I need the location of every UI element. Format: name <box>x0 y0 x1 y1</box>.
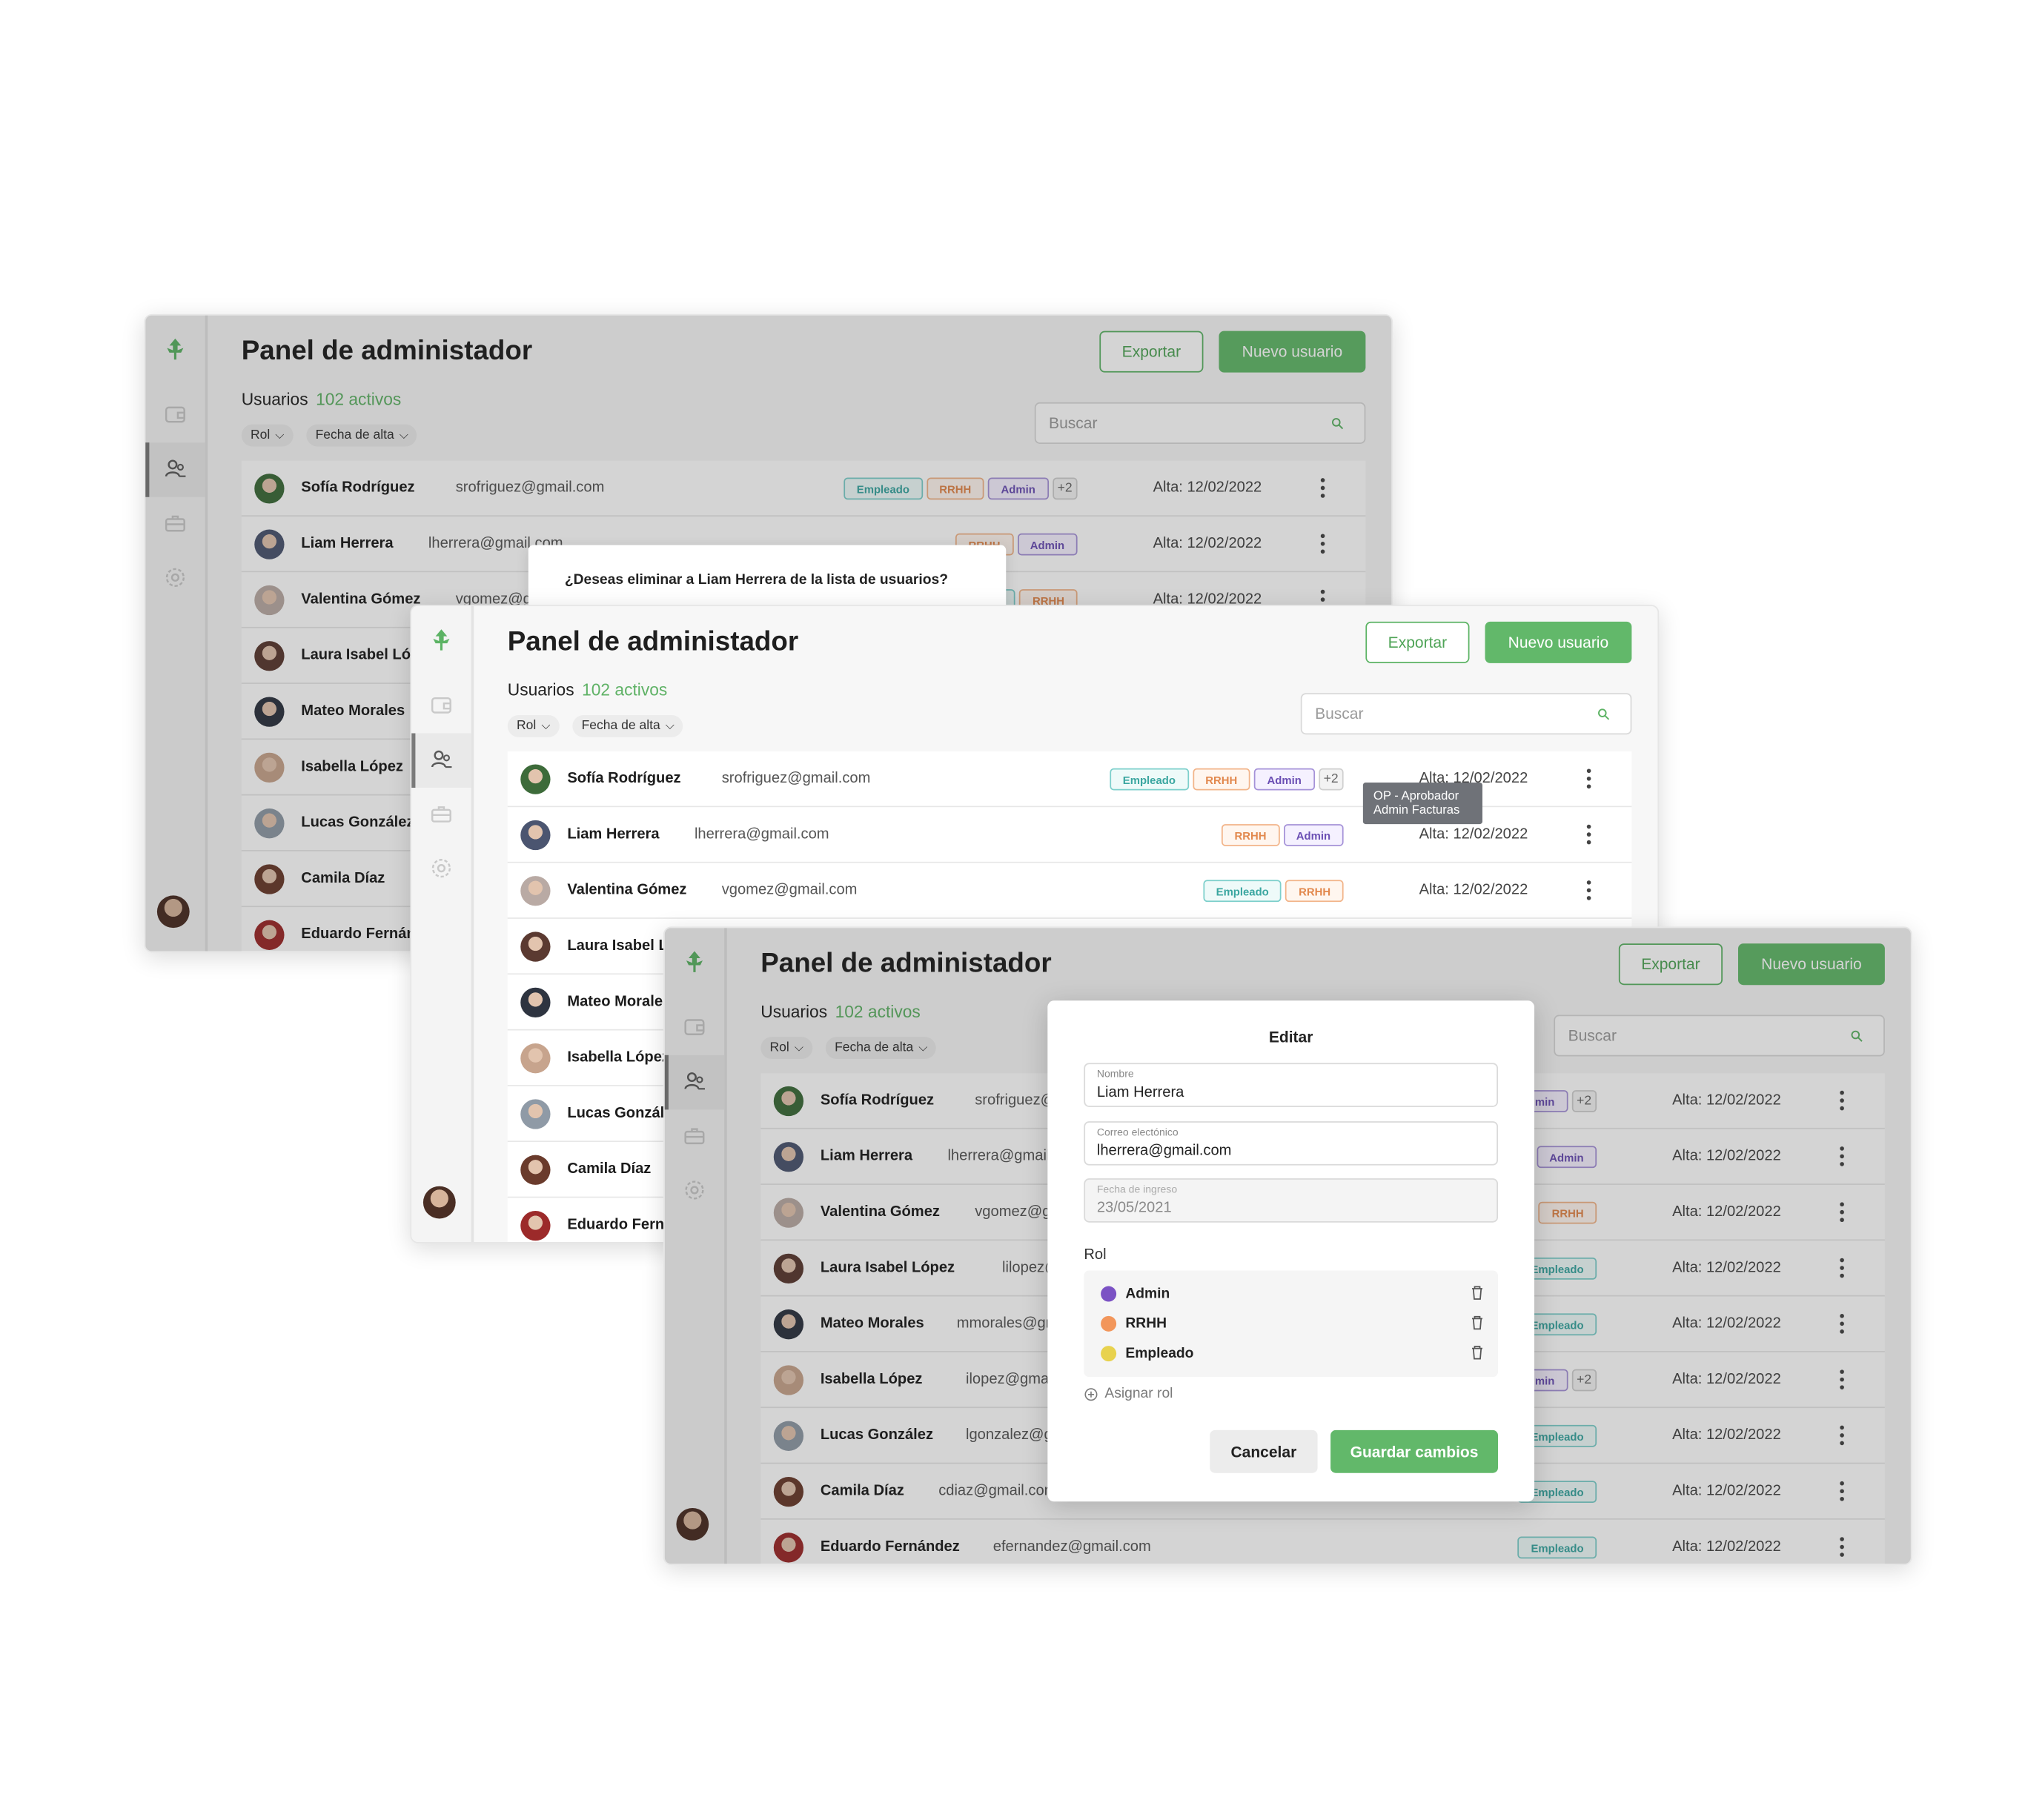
role-color-dot <box>1101 1286 1117 1302</box>
user-avatar <box>520 1099 551 1129</box>
role-badge: RRHH <box>1192 768 1250 791</box>
edit-user-modal: Editar Nombre Liam Herrera Correo electónic… <box>1047 1000 1535 1502</box>
field-value: Liam Herrera <box>1096 1085 1184 1101</box>
signup-date: Alta: 12/02/2022 <box>1419 826 1528 843</box>
search-placeholder: Buscar <box>1315 704 1364 723</box>
user-avatar <box>520 876 551 906</box>
assign-role-label: Asignar rol <box>1104 1386 1173 1402</box>
field-label: Correo electónico <box>1096 1126 1179 1138</box>
new-user-button[interactable]: Nuevo usuario <box>1485 621 1632 663</box>
user-avatar <box>520 764 551 794</box>
sidebar <box>411 605 474 1242</box>
users-label: Usuarios <box>507 680 574 700</box>
role-list: Admin RRHH Empleado <box>1084 1270 1499 1378</box>
tooltip-line: Admin Facturas <box>1373 803 1460 818</box>
chevron-down-icon: ⌵ <box>665 719 675 732</box>
field-label: Nombre <box>1096 1068 1134 1080</box>
user-avatar <box>520 1210 551 1241</box>
filter-fecha-alta[interactable]: Fecha de alta ⌵ <box>572 714 683 737</box>
role-item: Admin <box>1101 1280 1484 1306</box>
role-color-dot <box>1101 1346 1117 1362</box>
field-value: 23/05/2021 <box>1096 1200 1172 1216</box>
role-name: Admin <box>1125 1286 1170 1302</box>
search-input[interactable]: Buscar <box>1300 693 1632 735</box>
user-name: Valentina Gómez <box>567 882 687 898</box>
role-badge: Admin <box>1254 768 1315 791</box>
user-avatar <box>520 1043 551 1074</box>
trash-icon[interactable] <box>1471 1285 1484 1301</box>
modal-title: Editar <box>1268 1028 1313 1046</box>
start-date-field: Fecha de ingreso 23/05/2021 <box>1084 1178 1499 1223</box>
settings-icon[interactable] <box>428 855 454 881</box>
role-tags: EmpleadoRRHH <box>1203 880 1344 903</box>
role-tags: EmpleadoRRHHAdmin+2 <box>1110 768 1344 791</box>
field-label: Fecha de ingreso <box>1096 1183 1178 1195</box>
user-name: Sofía Rodríguez <box>567 771 681 787</box>
role-color-dot <box>1101 1315 1117 1332</box>
confirm-question: ¿Deseas eliminar a Liam Herrera de la li… <box>564 572 948 588</box>
filter-rol[interactable]: Rol ⌵ <box>507 714 560 737</box>
more-roles-badge[interactable]: +2 <box>1318 768 1344 791</box>
name-field[interactable]: Nombre Liam Herrera <box>1084 1063 1499 1107</box>
role-name: RRHH <box>1125 1315 1167 1332</box>
user-name: Isabella López <box>567 1049 669 1066</box>
field-value: lherrera@gmail.com <box>1096 1143 1232 1159</box>
role-badge: Empleado <box>1110 768 1189 791</box>
window-edit-user: Panel de administador Exportar Nuevo usuar… <box>663 926 1912 1566</box>
kebab-icon[interactable] <box>1586 879 1591 903</box>
role-badge: RRHH <box>1221 824 1279 846</box>
signup-date: Alta: 12/02/2022 <box>1419 882 1528 898</box>
user-name: Camila Díaz <box>567 1161 652 1178</box>
role-badge: Empleado <box>1203 880 1282 903</box>
user-avatar <box>520 1155 551 1185</box>
tooltip-line: OP - Aprobador <box>1373 788 1459 804</box>
user-avatar <box>520 931 551 962</box>
kebab-icon[interactable] <box>1586 767 1591 791</box>
user-avatar[interactable] <box>422 1186 456 1219</box>
user-avatar <box>520 820 551 851</box>
role-tags: RRHHAdmin <box>1221 824 1344 846</box>
role-badge: Admin <box>1283 824 1344 846</box>
table-row[interactable]: Valentina Gómez vgomez@gmail.com EmpleadoR… <box>507 863 1632 919</box>
users-heading: Usuarios 102 activos <box>508 680 668 700</box>
users-icon[interactable] <box>428 746 454 772</box>
user-email: srofriguez@gmail.com <box>721 771 871 787</box>
briefcase-icon[interactable] <box>428 801 454 827</box>
user-email: lherrera@gmail.com <box>694 826 829 843</box>
wallet-icon[interactable] <box>428 691 454 717</box>
scene: Panel de administador Exportar Nuevo usuar… <box>0 0 2025 1814</box>
role-item: RRHH <box>1101 1309 1484 1335</box>
chevron-down-icon: ⌵ <box>541 719 551 732</box>
email-field[interactable]: Correo electónico lherrera@gmail.com <box>1084 1121 1499 1166</box>
user-name: Liam Herrera <box>567 826 660 843</box>
cancel-button[interactable]: Cancelar <box>1210 1429 1318 1473</box>
assign-role-button[interactable]: Asignar rol <box>1084 1386 1173 1401</box>
save-changes-button[interactable]: Guardar cambios <box>1330 1429 1499 1473</box>
roles-tooltip: OP - Aprobador Admin Facturas <box>1362 783 1482 825</box>
filter-label: Rol <box>517 719 537 734</box>
logo-icon <box>433 629 450 651</box>
user-name: Mateo Morales <box>567 994 672 1010</box>
trash-icon[interactable] <box>1471 1344 1484 1360</box>
user-email: vgomez@gmail.com <box>721 882 858 898</box>
role-section-label: Rol <box>1084 1246 1107 1263</box>
add-circle-icon <box>1084 1387 1098 1401</box>
active-count: 102 activos <box>582 680 668 700</box>
user-avatar <box>520 987 551 1018</box>
kebab-icon[interactable] <box>1586 823 1591 846</box>
role-badge: RRHH <box>1285 880 1344 903</box>
search-icon <box>1598 708 1610 720</box>
trash-icon[interactable] <box>1471 1315 1484 1330</box>
role-name: Empleado <box>1125 1346 1194 1362</box>
page-title: Panel de administador <box>507 626 799 657</box>
role-item: Empleado <box>1101 1339 1484 1365</box>
filter-label: Fecha de alta <box>581 719 660 734</box>
export-button[interactable]: Exportar <box>1365 621 1470 663</box>
